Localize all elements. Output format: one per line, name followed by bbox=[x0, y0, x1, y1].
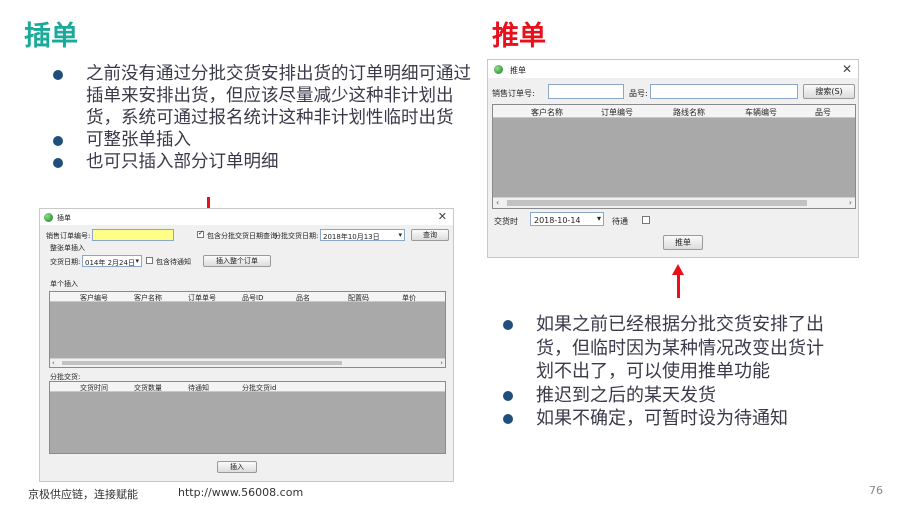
pending-checkbox[interactable] bbox=[642, 216, 650, 224]
bullet-item: 也可只插入部分订单明细 bbox=[52, 151, 472, 173]
column-header[interactable]: 车辆编号 bbox=[745, 107, 777, 118]
close-icon[interactable]: ✕ bbox=[842, 62, 852, 76]
calendar-dropdown-icon[interactable]: ▾ bbox=[597, 214, 601, 223]
whole-insert-group-label: 整张单插入 bbox=[50, 244, 85, 252]
bullet-item: 如果之前已经根据分批交货安排了出货，但临时因为某种情况改变出货计划不出了，可以使… bbox=[502, 313, 832, 384]
column-header[interactable]: 配置码 bbox=[348, 293, 369, 303]
include-batch-checkbox[interactable] bbox=[197, 229, 204, 238]
batch-delivery-grid[interactable]: 交货时间 交货数量 待通知 分批交货id bbox=[49, 381, 446, 454]
order-no-input[interactable] bbox=[548, 84, 624, 99]
batch-date-picker[interactable]: 2018年10月13日 ▾ bbox=[320, 229, 405, 241]
window-title: 插单 bbox=[57, 214, 71, 222]
column-header[interactable]: 客户名称 bbox=[531, 107, 563, 118]
calendar-dropdown-icon[interactable]: ▾ bbox=[398, 231, 402, 239]
column-header[interactable]: 品号 bbox=[815, 107, 831, 118]
delivery-date-label: 交货日期: bbox=[50, 258, 81, 266]
arrow-up-icon bbox=[677, 274, 680, 298]
scroll-right-icon[interactable]: › bbox=[849, 198, 852, 207]
window-title: 推单 bbox=[510, 66, 526, 75]
close-icon[interactable]: ✕ bbox=[438, 210, 447, 223]
delivery-date-picker[interactable]: 014年 2月24日 ▾ bbox=[82, 255, 142, 267]
push-order-grid[interactable]: 客户名称 订单编号 路线名称 车辆编号 品号 ‹ › bbox=[492, 104, 856, 209]
horizontal-scrollbar[interactable]: ‹ › bbox=[493, 197, 855, 208]
grid-header: 客户编号 客户名称 订单单号 品号ID 品名 配置码 单价 bbox=[50, 292, 445, 302]
bullet-item: 如果不确定，可暂时设为待通知 bbox=[502, 407, 832, 431]
delivery-label: 交货时 bbox=[494, 217, 518, 226]
grid-header: 交货时间 交货数量 待通知 分批交货id bbox=[50, 382, 445, 392]
single-insert-group-label: 单个插入 bbox=[50, 280, 78, 288]
search-button[interactable]: 搜索(S) bbox=[803, 84, 855, 99]
scroll-left-icon[interactable]: ‹ bbox=[52, 359, 55, 367]
chevron-down-icon[interactable]: ▾ bbox=[135, 257, 139, 265]
delivery-date-picker[interactable]: 2018-10-14 ▾ bbox=[530, 212, 604, 226]
query-button[interactable]: 查询 bbox=[411, 229, 449, 241]
column-header[interactable]: 客户编号 bbox=[80, 293, 108, 303]
include-pending-checkbox[interactable] bbox=[146, 257, 153, 264]
order-no-input[interactable] bbox=[92, 229, 174, 241]
insert-order-window: 插单 ✕ 销售订单编号: 包含分批交货日期查询 分批交货日期: 2018年10月… bbox=[39, 208, 454, 482]
title-insert-order: 插单 bbox=[24, 21, 78, 52]
bullet-item: 可整张单插入 bbox=[52, 129, 472, 151]
window-titlebar: 插单 ✕ bbox=[40, 209, 453, 225]
column-header[interactable]: 单价 bbox=[402, 293, 416, 303]
column-header[interactable]: 待通知 bbox=[188, 383, 209, 393]
app-icon bbox=[44, 213, 53, 222]
column-header[interactable]: 品号ID bbox=[242, 293, 263, 303]
insert-whole-order-button[interactable]: 插入整个订单 bbox=[203, 255, 271, 267]
column-header[interactable]: 分批交货id bbox=[242, 383, 276, 393]
column-header[interactable]: 客户名称 bbox=[134, 293, 162, 303]
include-pending-label: 包含待通知 bbox=[156, 258, 191, 266]
push-order-window: 推单 ✕ 销售订单号: 品号: 搜索(S) 客户名称 订单编号 路线名称 车辆编… bbox=[487, 59, 859, 258]
scrollbar-thumb[interactable] bbox=[507, 200, 807, 206]
order-no-label: 销售订单号: bbox=[492, 89, 535, 98]
column-header[interactable]: 订单单号 bbox=[188, 293, 216, 303]
bullet-item: 推迟到之后的某天发货 bbox=[502, 384, 832, 408]
column-header[interactable]: 订单编号 bbox=[601, 107, 633, 118]
title-push-order: 推单 bbox=[492, 21, 546, 52]
scroll-left-icon[interactable]: ‹ bbox=[496, 198, 499, 207]
delivery-date-value: 014年 2月24日 bbox=[85, 259, 135, 267]
pending-label: 待通 bbox=[612, 217, 628, 226]
horizontal-scrollbar[interactable]: ‹ › bbox=[50, 358, 445, 367]
grid-header: 客户名称 订单编号 路线名称 车辆编号 品号 bbox=[493, 105, 855, 118]
scrollbar-thumb[interactable] bbox=[62, 361, 342, 365]
order-no-label: 销售订单编号: bbox=[46, 232, 91, 240]
include-batch-label: 包含分批交货日期查询 bbox=[207, 232, 277, 240]
product-input[interactable] bbox=[650, 84, 798, 99]
delivery-date-value: 2018-10-14 bbox=[534, 216, 581, 225]
batch-date-value: 2018年10月13日 bbox=[323, 233, 380, 241]
page-number: 76 bbox=[869, 484, 883, 497]
footer-url[interactable]: http://www.56008.com bbox=[178, 486, 303, 499]
bullet-list-insert: 之前没有通过分批交货安排出货的订单明细可通过插单来安排出货，但应该尽量减少这种非… bbox=[52, 63, 472, 173]
column-header[interactable]: 品名 bbox=[296, 293, 310, 303]
column-header[interactable]: 交货数量 bbox=[134, 383, 162, 393]
batch-date-label: 分批交货日期: bbox=[274, 232, 319, 240]
push-button[interactable]: 推单 bbox=[663, 235, 703, 250]
insert-button[interactable]: 插入 bbox=[217, 461, 257, 473]
order-detail-grid[interactable]: 客户编号 客户名称 订单单号 品号ID 品名 配置码 单价 ‹ › bbox=[49, 291, 446, 368]
footer-company: 京极供应链，连接赋能 bbox=[28, 488, 138, 501]
bullet-list-push: 如果之前已经根据分批交货安排了出货，但临时因为某种情况改变出货计划不出了，可以使… bbox=[502, 313, 832, 431]
window-titlebar: 推单 ✕ bbox=[488, 60, 858, 78]
column-header[interactable]: 交货时间 bbox=[80, 383, 108, 393]
column-header[interactable]: 路线名称 bbox=[673, 107, 705, 118]
app-icon bbox=[494, 65, 503, 74]
product-label: 品号: bbox=[629, 89, 648, 98]
scroll-right-icon[interactable]: › bbox=[440, 359, 443, 367]
bullet-item: 之前没有通过分批交货安排出货的订单明细可通过插单来安排出货，但应该尽量减少这种非… bbox=[52, 63, 472, 129]
